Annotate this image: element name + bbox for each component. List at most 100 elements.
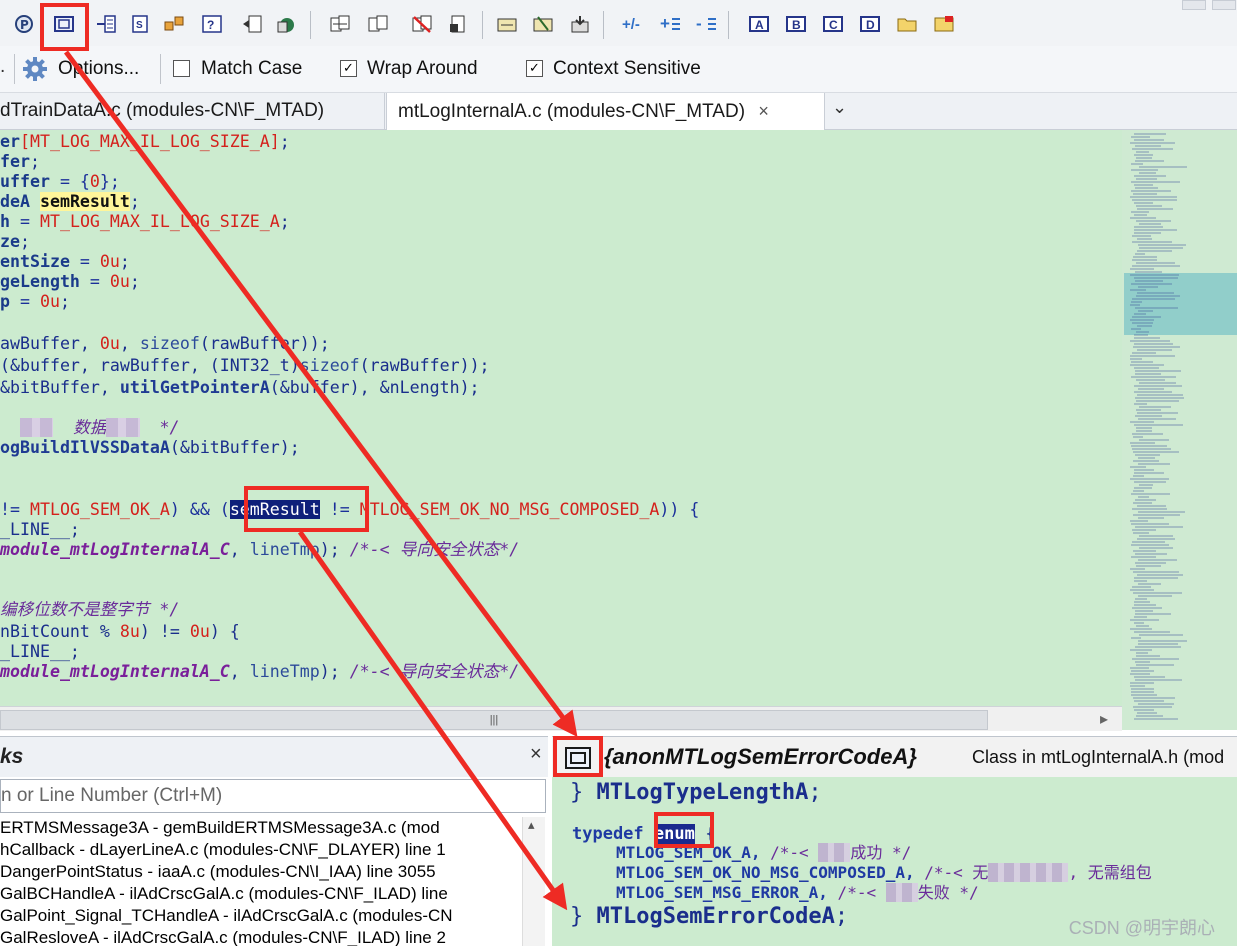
bookmark-b-icon[interactable]: B (784, 12, 808, 36)
copy-icon[interactable] (328, 12, 352, 36)
scroll-right-icon[interactable]: ▸ (1100, 709, 1108, 729)
horizontal-scrollbar[interactable]: ||| ▸ (0, 706, 1122, 731)
help-icon[interactable]: ? (200, 12, 224, 36)
code-token: h (0, 212, 10, 231)
code-token: , (229, 540, 250, 559)
folder-icon[interactable] (895, 12, 919, 36)
code-token: = (10, 292, 40, 311)
code-line[interactable]: uffer = {0}; (0, 172, 120, 192)
export-icon[interactable] (568, 12, 592, 36)
bookmark-a-icon[interactable]: A (747, 12, 771, 36)
wrap-around-label: Wrap Around (367, 58, 478, 79)
code-line[interactable]: 编移位数不是整字节 */ (0, 600, 179, 620)
code-line[interactable]: ze; (0, 232, 30, 252)
code-token: /*-< 导向安全状态*/ (349, 662, 520, 681)
fit-icon[interactable] (495, 12, 519, 36)
expand-icon[interactable]: + (658, 12, 682, 36)
ab-icon[interactable] (932, 12, 956, 36)
tab-dropdown-icon[interactable]: ⌄ (832, 89, 850, 125)
list-item[interactable]: hCallback - dLayerLineA.c (modules-CN\F_… (0, 839, 446, 861)
code-line[interactable]: geLength = 0u; (0, 272, 140, 292)
separator (14, 54, 15, 84)
code-line[interactable]: awBuffer, 0u, sizeof(rawBuffer)); (0, 334, 330, 354)
code-line[interactable]: (&buffer, rawBuffer, (INT32_t)sizeof(raw… (0, 356, 490, 376)
symbol-list-scrollbar[interactable]: ▴ (522, 817, 545, 946)
bookmark-c-icon[interactable]: C (821, 12, 845, 36)
context-symbol-name: {anonMTLogSemErrorCodeA} (604, 744, 917, 769)
code-line[interactable]: fer; (0, 152, 40, 172)
context-symbol-description: Class in mtLogInternalA.h (mod (972, 747, 1225, 767)
code-token: ) && ( (169, 500, 230, 519)
reference-icon[interactable] (274, 12, 298, 36)
list-item[interactable]: GalBCHandleA - ilAdCrscGalA.c (modules-C… (0, 883, 448, 905)
options-button[interactable]: Options... (58, 58, 139, 80)
lock-icon[interactable] (446, 12, 470, 36)
code-line[interactable]: entSize = 0u; (0, 252, 130, 272)
code-token: lineTmp (249, 662, 320, 681)
code-token: ) != (139, 622, 190, 641)
svg-text:B: B (792, 18, 801, 32)
code-token: = (10, 212, 40, 231)
code-token: [MT_LOG_MAX_IL_LOG_SIZE_A] (19, 132, 280, 151)
code-token: ogBuildIlVSSDataA (0, 438, 170, 457)
code-line[interactable]: 编码 数据编码 */ (0, 418, 180, 438)
close-tab-icon[interactable]: × (758, 101, 769, 121)
code-token: 编码 (19, 418, 54, 437)
code-line[interactable]: p = 0u; (0, 292, 70, 312)
hierarchy-icon[interactable] (240, 12, 264, 36)
gear-icon[interactable] (22, 56, 48, 88)
relation-icon[interactable] (94, 12, 118, 36)
collapse-icon[interactable]: - (694, 12, 718, 36)
code-token: MT_LOG_MAX_IL_LOG_SIZE_A (39, 212, 280, 231)
code-token: ; (129, 272, 140, 291)
window-button[interactable] (1212, 0, 1236, 10)
delete-icon[interactable] (410, 12, 434, 36)
project-icon[interactable]: P (12, 12, 36, 36)
list-item[interactable]: DangerPointStatus - iaaA.c (modules-CN\I… (0, 861, 436, 883)
code-token: (&bitBuffer); (169, 438, 300, 457)
plus-minus-icon[interactable]: +/- (620, 12, 644, 36)
code-line[interactable]: nBitCount % 8u) != 0u) { (0, 622, 240, 642)
list-item[interactable]: ERTMSMessage3A - gemBuildERTMSMessage3A.… (0, 817, 440, 839)
bookmark-d-icon[interactable]: D (858, 12, 882, 36)
code-line[interactable]: module_mtLogInternalA_C, lineTmp); /*-< … (0, 662, 519, 682)
list-item[interactable]: GalResloveA - ilAdCrscGalA.c (modules-CN… (0, 927, 446, 946)
code-token: uffer (0, 172, 50, 191)
code-line[interactable]: er[MT_LOG_MAX_IL_LOG_SIZE_A]; (0, 132, 290, 152)
match-case-checkbox[interactable] (173, 60, 190, 77)
tab-mt-log-internal[interactable]: mtLogInternalA.c (modules-CN\F_MTAD) × (386, 93, 825, 130)
annotation-box-semresult (244, 486, 369, 532)
file-icon[interactable]: S (128, 12, 152, 36)
code-line[interactable]: _LINE__; (0, 520, 80, 540)
truncated-button[interactable]: . (0, 56, 5, 78)
scroll-up-icon[interactable]: ▴ (528, 817, 535, 833)
context-sensitive-checkbox[interactable]: ✓ (526, 60, 543, 77)
wrap-around-checkbox[interactable]: ✓ (340, 60, 357, 77)
code-line[interactable]: _LINE__; (0, 642, 80, 662)
code-line[interactable]: deA semResult; (0, 192, 140, 212)
svg-text:+: + (660, 14, 670, 33)
panel-header: ks × (0, 737, 548, 777)
symbol-search-input[interactable]: n or Line Number (Ctrl+M) (0, 779, 546, 813)
tab-train-data[interactable]: dTrainDataA.c (modules-CN\F_MTAD) (0, 93, 385, 129)
scrollbar-thumb[interactable]: ||| (0, 710, 988, 730)
code-line[interactable]: h = MT_LOG_MAX_IL_LOG_SIZE_A; (0, 212, 290, 232)
code-minimap[interactable] (1122, 130, 1237, 730)
window-button[interactable] (1182, 0, 1206, 10)
svg-text:C: C (829, 18, 838, 32)
enum-token: MTLOG_SEM_OK_NO_MSG_COMPOSED_A, (616, 863, 915, 882)
code-token: ze (0, 232, 20, 251)
code-line[interactable]: ogBuildIlVSSDataA(&bitBuffer); (0, 438, 300, 458)
annotation-box-enum (654, 812, 714, 848)
symbol-icon[interactable] (162, 12, 186, 36)
search-options-bar: . Options... Match Case ✓ Wrap Around ✓ … (0, 46, 1237, 93)
sync-icon[interactable] (366, 12, 390, 36)
browse-icon[interactable] (531, 12, 555, 36)
code-token: ; (119, 252, 130, 271)
code-line[interactable]: module_mtLogInternalA_C, lineTmp); /*-< … (0, 540, 519, 560)
code-line[interactable]: &bitBuffer, utilGetPointerA(&buffer), &n… (0, 378, 480, 398)
list-item[interactable]: GalPoint_Signal_TCHandleA - ilAdCrscGalA… (0, 905, 453, 927)
code-editor[interactable]: er[MT_LOG_MAX_IL_LOG_SIZE_A]; fer; uffer =… (0, 130, 1122, 706)
close-panel-icon[interactable]: × (530, 743, 542, 766)
code-token: 0u (109, 272, 130, 291)
